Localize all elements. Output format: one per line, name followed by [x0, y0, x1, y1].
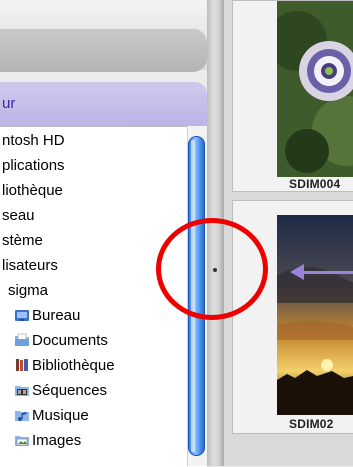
music-folder-icon: [14, 407, 30, 423]
pictures-folder-icon: [14, 432, 30, 448]
tree-item-label: sigma: [8, 282, 49, 299]
tree-item-label: Bureau: [32, 307, 81, 324]
documents-folder-icon: [14, 332, 30, 348]
tree-item-applications[interactable]: plications: [2, 154, 65, 178]
thumbnail-label: SDIM02: [289, 417, 334, 431]
tree-item-label: lisateurs: [2, 257, 58, 274]
toolbar-bevel: [0, 28, 207, 72]
tree-item-label: Séquences: [32, 382, 108, 399]
tree-item-macintosh-hd[interactable]: ntosh HD: [2, 129, 65, 153]
tree-item-label: plications: [2, 157, 65, 174]
sidebar-section-header[interactable]: ur: [0, 82, 207, 126]
tree-item-label: Bibliothèque: [32, 357, 115, 374]
tree-item-bibliotheque-system[interactable]: liothèque: [2, 179, 63, 203]
passionflower-thumbnail[interactable]: [277, 1, 353, 177]
thumbnail-label: SDIM004: [289, 177, 341, 191]
tree-item-bureau[interactable]: Bureau: [14, 304, 80, 328]
annotation-arrow-line: [300, 271, 353, 274]
tree-item-label: stème: [2, 232, 43, 249]
library-folder-icon: [14, 357, 30, 373]
tree-item-bibliotheque[interactable]: Bibliothèque: [14, 354, 115, 378]
tree-item-label: Images: [32, 432, 82, 449]
annotation-arrow-head: [290, 264, 304, 280]
tree-item-label: Musique: [32, 407, 89, 424]
annotation-circle: [156, 218, 268, 320]
tree-item-utilisateurs[interactable]: lisateurs: [2, 254, 58, 278]
tree-item-sigma[interactable]: sigma: [8, 279, 48, 303]
movies-folder-icon: [14, 382, 30, 398]
tree-item-documents[interactable]: Documents: [14, 329, 108, 353]
tree-item-systeme[interactable]: stème: [2, 229, 43, 253]
tree-item-sequences[interactable]: Séquences: [14, 379, 107, 403]
tree-item-musique[interactable]: Musique: [14, 404, 89, 428]
desktop-folder-icon: [14, 307, 30, 323]
sunset-thumbnail[interactable]: [277, 215, 353, 415]
tree-item-label: seau: [2, 207, 35, 224]
tree-item-label: liothèque: [2, 182, 63, 199]
tree-item-reseau[interactable]: seau: [2, 204, 35, 228]
tree-item-label: Documents: [32, 332, 108, 349]
thumbnail-cell[interactable]: SDIM004: [232, 0, 353, 192]
tree-item-label: ntosh HD: [2, 132, 65, 149]
tree-item-images[interactable]: Images: [14, 429, 81, 453]
